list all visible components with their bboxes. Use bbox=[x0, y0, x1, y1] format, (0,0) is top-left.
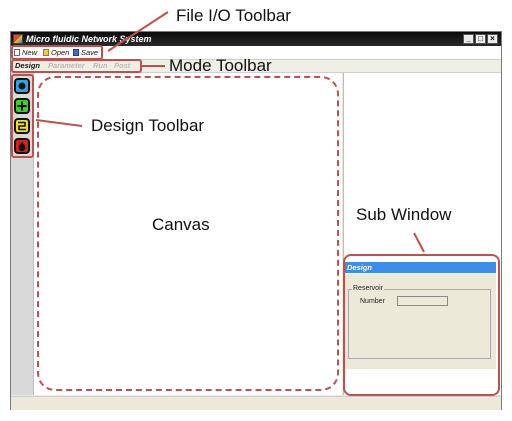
design-leader bbox=[35, 119, 83, 127]
design-toolbar-callout: Design Toolbar bbox=[91, 116, 205, 135]
mode-toolbar-callout: Mode Toolbar bbox=[169, 56, 272, 75]
file-io-leader bbox=[107, 11, 169, 52]
file-io-callout: File I/O Toolbar bbox=[176, 6, 291, 25]
canvas-callout: Canvas bbox=[152, 215, 210, 234]
sub-window-callout: Sub Window bbox=[356, 205, 452, 224]
sub-window-leader bbox=[413, 232, 425, 253]
